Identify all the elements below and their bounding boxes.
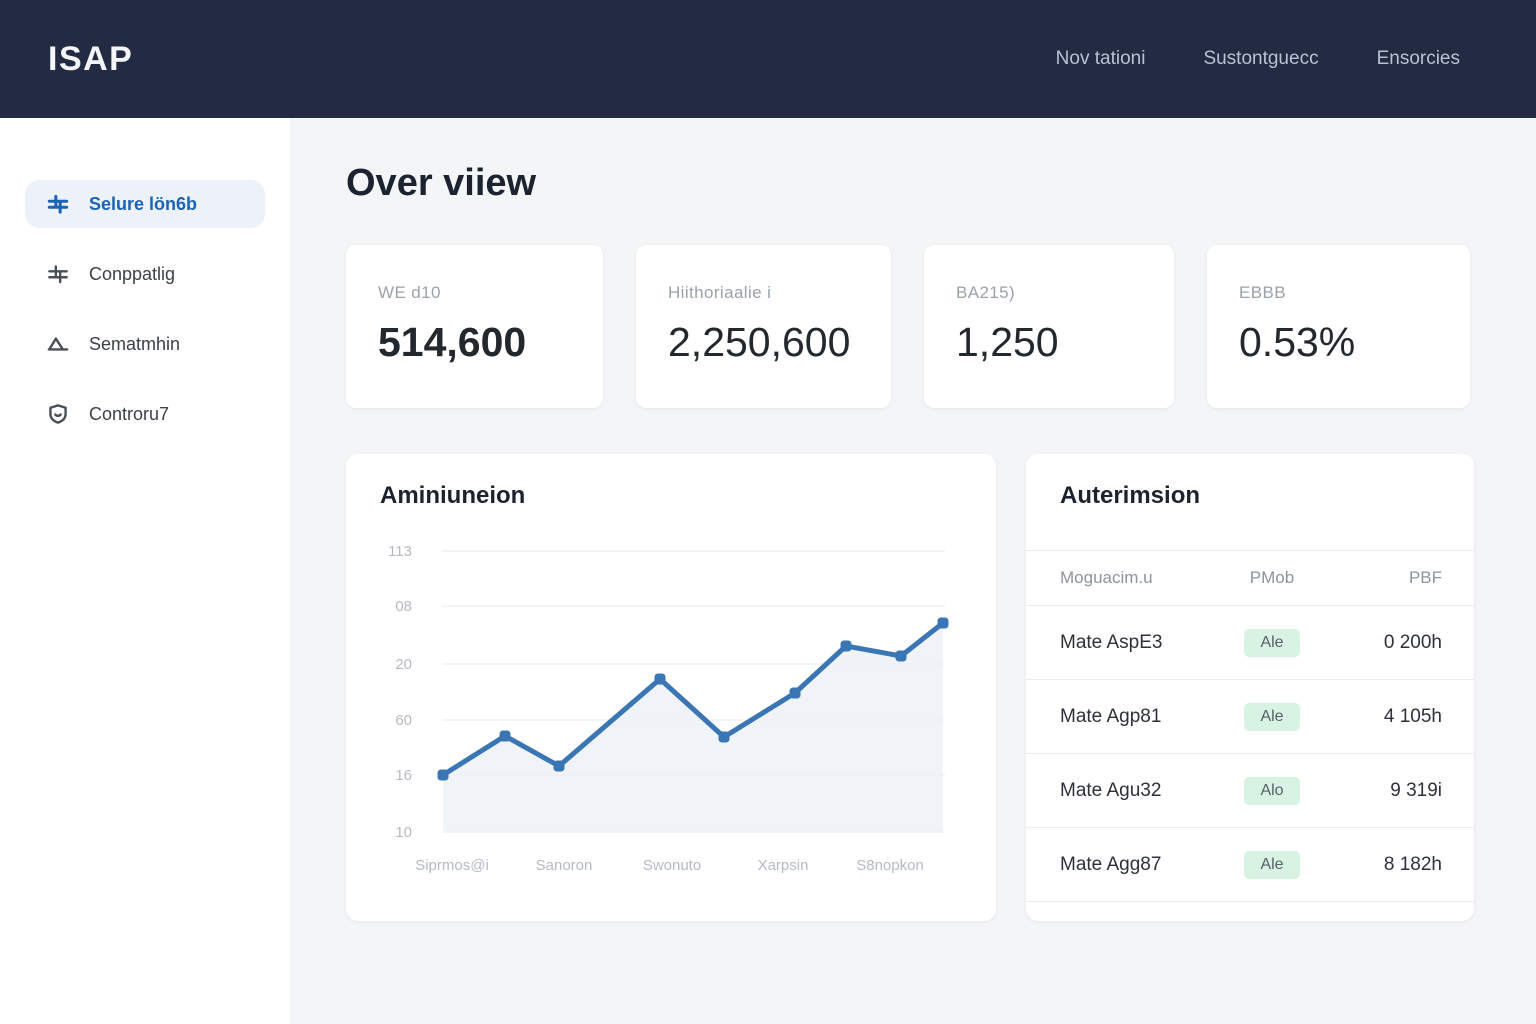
row-value: 0 200h — [1322, 632, 1442, 654]
stat-cards-row: WE d10 514,600 Hiithoriaalie i 2,250,600… — [346, 245, 1536, 408]
row-value: 9 319i — [1322, 780, 1442, 802]
stat-value: 1,250 — [956, 319, 1174, 366]
stat-value: 0.53% — [1239, 319, 1470, 366]
sidebar-item-2[interactable]: Conppatlig — [25, 250, 265, 298]
sidebar-item-label: Sematmhin — [89, 334, 180, 355]
stat-card-2: Hiithoriaalie i 2,250,600 — [636, 245, 891, 408]
top-navigation: Nov tationi Sustontguecc Ensorcies — [1056, 48, 1460, 70]
column-header: PBF — [1322, 568, 1442, 588]
row-name: Mate AspE3 — [1060, 632, 1222, 654]
sidebar-item-4[interactable]: Controru7 — [25, 390, 265, 438]
svg-text:20: 20 — [395, 656, 412, 673]
sidebar-item-label: Selure lön6b — [89, 194, 197, 215]
line-chart: 113 08 20 60 16 10Siprmos@i Sanoron Swonuto Xarp… — [346, 454, 996, 921]
line-chart-card: Aminiuneion 1130820601610Siprmos@iSanoro… — [346, 454, 996, 921]
mountain-icon — [45, 331, 71, 357]
status-badge: Alo — [1244, 777, 1299, 805]
stat-label: WE d10 — [378, 283, 603, 303]
svg-text:60: 60 — [395, 712, 412, 729]
page-title: Over viiew — [346, 162, 1536, 205]
column-header: PMob — [1222, 568, 1322, 588]
row-value: 4 105h — [1322, 706, 1442, 728]
stat-label: Hiithoriaalie i — [668, 283, 891, 303]
table-row: Mate Agp81 Ale 4 105h — [1026, 680, 1474, 754]
svg-text:S8nopkon: S8nopkon — [856, 857, 924, 874]
table-header: Moguacim.u PMob PBF — [1026, 550, 1474, 606]
stat-card-4: EBBB 0.53% — [1207, 245, 1470, 408]
table-card: Auterimsion Moguacim.u PMob PBF Mate Asp… — [1026, 454, 1474, 921]
sidebar-item-1[interactable]: Selure lön6b — [25, 180, 265, 228]
svg-text:Sanoron: Sanoron — [536, 857, 593, 874]
sliders-icon — [45, 191, 71, 217]
svg-text:113: 113 — [388, 543, 412, 560]
main-content: Over viiew WE d10 514,600 Hiithoriaalie … — [290, 118, 1536, 1024]
stat-value: 2,250,600 — [668, 319, 891, 366]
svg-text:16: 16 — [395, 767, 412, 784]
stat-value: 514,600 — [378, 319, 603, 366]
sidebar: Selure lön6b Conppatlig Sematmhin Contro… — [0, 118, 290, 1024]
status-badge: Ale — [1244, 851, 1299, 879]
stat-card-1: WE d10 514,600 — [346, 245, 603, 408]
sliders-icon — [45, 261, 71, 287]
nav-item-1[interactable]: Nov tationi — [1056, 48, 1146, 70]
svg-text:08: 08 — [395, 598, 412, 615]
svg-text:Swonuto: Swonuto — [643, 857, 701, 874]
table-row: Mate Agu32 Alo 9 319i — [1026, 754, 1474, 828]
app-logo: ISAP — [48, 40, 133, 79]
table-row: Mate AspE3 Ale 0 200h — [1026, 606, 1474, 680]
sidebar-item-label: Conppatlig — [89, 264, 175, 285]
stat-label: EBBB — [1239, 283, 1470, 303]
sidebar-item-label: Controru7 — [89, 404, 169, 425]
shield-icon — [45, 401, 71, 427]
column-header: Moguacim.u — [1060, 568, 1222, 588]
svg-text:Siprmos@i: Siprmos@i — [415, 857, 489, 874]
sidebar-item-3[interactable]: Sematmhin — [25, 320, 265, 368]
row-value: 8 182h — [1322, 854, 1442, 876]
nav-item-2[interactable]: Sustontguecc — [1203, 48, 1318, 70]
row-name: Mate Agg87 — [1060, 854, 1222, 876]
stat-label: BA215) — [956, 283, 1174, 303]
table-row: Mate Agg87 Ale 8 182h — [1026, 828, 1474, 902]
stat-card-3: BA215) 1,250 — [924, 245, 1174, 408]
nav-item-3[interactable]: Ensorcies — [1377, 48, 1460, 70]
row-name: Mate Agp81 — [1060, 706, 1222, 728]
row-name: Mate Agu32 — [1060, 780, 1222, 802]
status-badge: Ale — [1244, 629, 1299, 657]
table-title: Auterimsion — [1026, 454, 1474, 510]
svg-text:10: 10 — [395, 824, 412, 841]
topbar: ISAP Nov tationi Sustontguecc Ensorcies — [0, 0, 1536, 118]
svg-text:Xarpsin: Xarpsin — [758, 857, 809, 874]
status-badge: Ale — [1244, 703, 1299, 731]
